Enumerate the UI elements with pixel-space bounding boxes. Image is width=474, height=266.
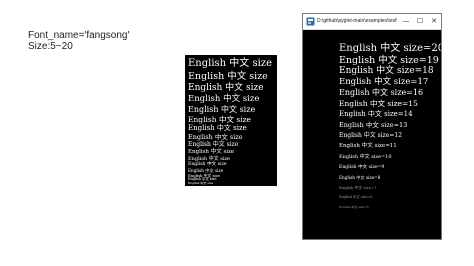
window-sample-line: English 中文 size=9 <box>339 165 385 170</box>
window-sample-line: English 中文 size=17 <box>339 77 429 87</box>
pyglet-window[interactable]: D:\github\pyglet-main\examples\text\... … <box>302 13 442 240</box>
window-sample-line: English 中文 size=14 <box>339 110 413 118</box>
window-sample-line: English 中文 size=19 <box>339 55 439 66</box>
left-sample-line: English 中文 size <box>188 181 214 185</box>
window-sample-line: English 中文 size=8 <box>339 175 381 180</box>
left-sample-line: English 中文 size <box>188 94 260 104</box>
window-sample-line: English 中文 size=16 <box>339 88 424 97</box>
window-sample-line: English 中文 size=15 <box>339 99 418 108</box>
window-sample-line: English 中文 size=12 <box>339 132 403 139</box>
left-sample-line: English 中文 size <box>188 124 247 132</box>
minimize-button[interactable]: — <box>399 14 413 29</box>
left-sample-line: English 中文 size <box>188 141 239 148</box>
left-sample-line: English 中文 size <box>188 115 251 124</box>
left-sample-line: English 中文 size <box>188 71 268 82</box>
window-sample-line: English 中文 size=20 <box>339 43 442 54</box>
pyglet-app-icon <box>306 17 315 26</box>
left-sample-line: English 中文 size <box>188 83 264 93</box>
left-sample-line: English 中文 size <box>188 58 272 69</box>
maximize-button[interactable]: ☐ <box>413 14 427 29</box>
left-sample-line: English 中文 size <box>188 162 227 167</box>
left-sample-line: English 中文 size <box>188 149 235 155</box>
window-sample-line: English 中文 size=18 <box>339 66 434 76</box>
close-button[interactable]: ✕ <box>427 14 441 29</box>
size-range-caption: Size:5~20 <box>28 41 73 52</box>
window-title: D:\github\pyglet-main\examples\text\... <box>317 18 397 24</box>
left-sample-line: English 中文 size <box>188 133 243 141</box>
window-titlebar[interactable]: D:\github\pyglet-main\examples\text\... … <box>303 14 441 30</box>
window-sample-line: English 中文 size=5 <box>339 205 369 209</box>
left-text-sample-panel: English 中文 size English 中文 size English … <box>185 55 277 186</box>
window-sample-line: English 中文 size=13 <box>339 121 408 129</box>
window-sample-line: English 中文 size=6 <box>339 195 373 199</box>
window-sample-line: English 中文 size=10 <box>339 154 392 160</box>
window-sample-line: English 中文 size=11 <box>339 143 397 149</box>
window-sample-line: English 中文 size=7 <box>339 185 377 190</box>
left-sample-line: English 中文 size <box>188 105 256 114</box>
